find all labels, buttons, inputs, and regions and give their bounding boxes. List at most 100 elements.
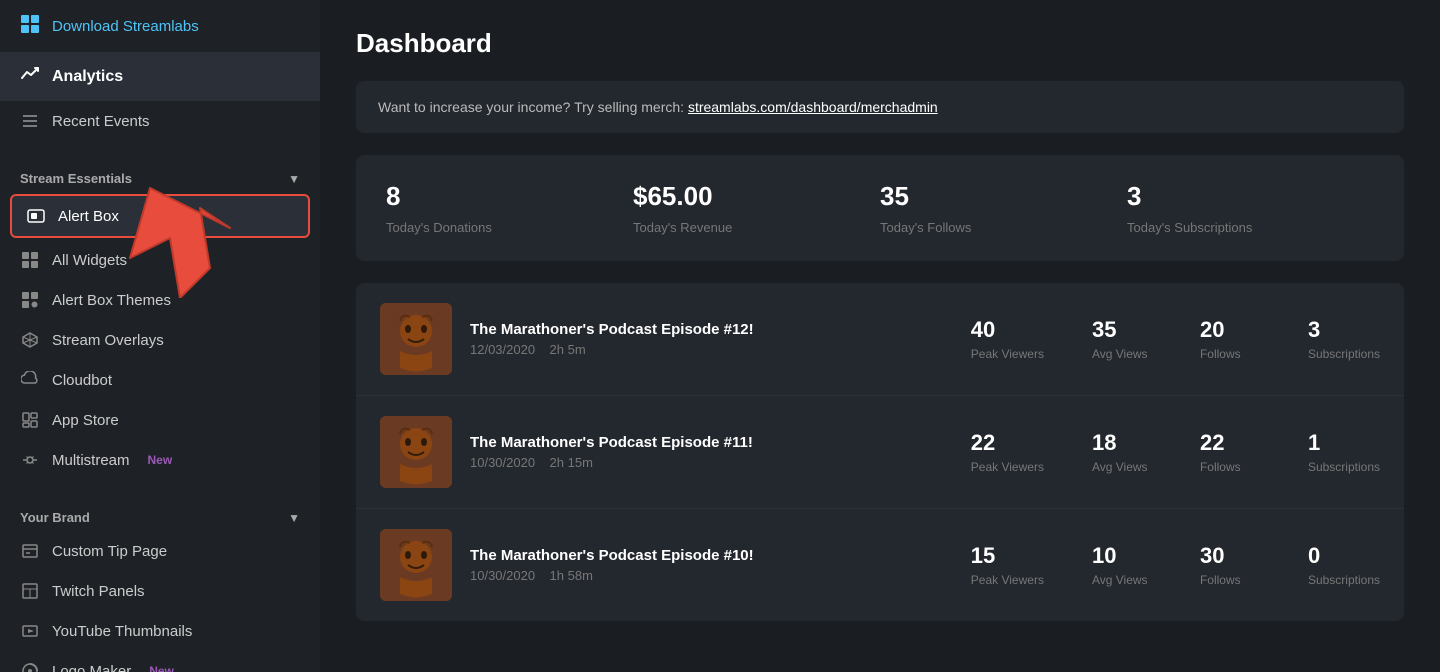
follows-value-2: 22: [1200, 430, 1260, 456]
stream-overlays-icon: [20, 330, 40, 350]
stream-stat-avg-2: 18 Avg Views: [1092, 430, 1152, 474]
chevron-down-icon: ▼: [288, 172, 300, 186]
recent-events-icon: [20, 111, 40, 131]
stream-stats-1: 40 Peak Viewers 35 Avg Views 20 Follows …: [971, 317, 1380, 361]
custom-tip-icon: [20, 541, 40, 561]
youtube-thumbnails-icon: [20, 621, 40, 641]
sidebar-item-recent-events[interactable]: Recent Events: [0, 101, 320, 141]
promo-banner: Want to increase your income? Try sellin…: [356, 81, 1404, 133]
cloudbot-icon: [20, 370, 40, 390]
revenue-label: Today's Revenue: [633, 220, 880, 235]
avg-views-value-1: 35: [1092, 317, 1152, 343]
stream-list: The Marathoner's Podcast Episode #12! 12…: [356, 283, 1404, 621]
alert-box-themes-icon: [20, 290, 40, 310]
twitch-panels-label: Twitch Panels: [52, 583, 145, 600]
avg-views-label: Avg Views: [1092, 347, 1152, 361]
sidebar-item-alert-box-themes[interactable]: Alert Box Themes: [0, 280, 320, 320]
stream-item-3[interactable]: The Marathoner's Podcast Episode #10! 10…: [356, 509, 1404, 621]
revenue-value: $65.00: [633, 181, 880, 212]
sidebar-item-cloudbot[interactable]: Cloudbot: [0, 360, 320, 400]
sidebar-item-analytics[interactable]: Analytics: [0, 52, 320, 101]
stream-stat-peak-3: 15 Peak Viewers: [971, 543, 1044, 587]
app-store-icon: [20, 410, 40, 430]
page-title: Dashboard: [356, 28, 1404, 59]
avg-views-value-2: 18: [1092, 430, 1152, 456]
stream-stat-follows-3: 30 Follows: [1200, 543, 1260, 587]
stream-thumb-1: [380, 303, 452, 375]
logo-maker-new-badge: New: [149, 664, 174, 672]
follows-value: 35: [880, 181, 1127, 212]
stream-title-1: The Marathoner's Podcast Episode #12!: [470, 321, 953, 338]
stream-stat-follows-1: 20 Follows: [1200, 317, 1260, 361]
sidebar-item-custom-tip[interactable]: Custom Tip Page: [0, 531, 320, 571]
analytics-label: Analytics: [52, 68, 123, 86]
stream-meta-2: 10/30/2020 2h 15m: [470, 455, 953, 470]
donations-value: 8: [386, 181, 633, 212]
sidebar-item-multistream[interactable]: Multistream New: [0, 440, 320, 480]
subs-value-3: 0: [1308, 543, 1380, 569]
stat-revenue: $65.00 Today's Revenue: [633, 181, 880, 235]
sidebar-item-twitch-panels[interactable]: Twitch Panels: [0, 571, 320, 611]
promo-text: Want to increase your income? Try sellin…: [378, 99, 684, 115]
stream-item-2[interactable]: The Marathoner's Podcast Episode #11! 10…: [356, 396, 1404, 509]
promo-link[interactable]: streamlabs.com/dashboard/merchadmin: [688, 99, 938, 115]
alert-box-icon: [26, 206, 46, 226]
stream-stats-3: 15 Peak Viewers 10 Avg Views 30 Follows …: [971, 543, 1380, 587]
follows-value-3: 30: [1200, 543, 1260, 569]
sidebar-item-all-widgets[interactable]: All Widgets: [0, 240, 320, 280]
analytics-icon: [20, 64, 40, 89]
multistream-new-badge: New: [148, 453, 173, 467]
twitch-panels-icon: [20, 581, 40, 601]
sidebar-item-youtube-thumbnails[interactable]: YouTube Thumbnails: [0, 611, 320, 651]
stream-item-1[interactable]: The Marathoner's Podcast Episode #12! 12…: [356, 283, 1404, 396]
custom-tip-label: Custom Tip Page: [52, 543, 167, 560]
subscriptions-value: 3: [1127, 181, 1374, 212]
avg-views-value-3: 10: [1092, 543, 1152, 569]
multistream-label: Multistream: [52, 452, 130, 469]
stream-meta-1: 12/03/2020 2h 5m: [470, 342, 953, 357]
cloudbot-label: Cloudbot: [52, 372, 112, 389]
main-content: Dashboard Want to increase your income? …: [320, 0, 1440, 672]
stream-stat-follows-2: 22 Follows: [1200, 430, 1260, 474]
all-widgets-icon: [20, 250, 40, 270]
sidebar-item-logo-maker[interactable]: Logo Maker New: [0, 651, 320, 672]
stat-subscriptions: 3 Today's Subscriptions: [1127, 181, 1374, 235]
app-store-label: App Store: [52, 412, 119, 429]
all-widgets-label: All Widgets: [52, 252, 127, 269]
stream-info-2: The Marathoner's Podcast Episode #11! 10…: [470, 434, 953, 470]
stream-stats-2: 22 Peak Viewers 18 Avg Views 22 Follows …: [971, 430, 1380, 474]
recent-events-label: Recent Events: [52, 113, 150, 130]
logo-maker-label: Logo Maker: [52, 663, 131, 672]
download-streamlabs-button[interactable]: Download Streamlabs: [0, 0, 320, 52]
stream-stat-avg-3: 10 Avg Views: [1092, 543, 1152, 587]
sidebar-item-stream-overlays[interactable]: Stream Overlays: [0, 320, 320, 360]
stream-stat-subs-1: 3 Subscriptions: [1308, 317, 1380, 361]
stream-info-1: The Marathoner's Podcast Episode #12! 12…: [470, 321, 953, 357]
youtube-thumbnails-label: YouTube Thumbnails: [52, 623, 192, 640]
stream-stat-subs-2: 1 Subscriptions: [1308, 430, 1380, 474]
sidebar-item-app-store[interactable]: App Store: [0, 400, 320, 440]
stream-title-2: The Marathoner's Podcast Episode #11!: [470, 434, 953, 451]
multistream-icon: [20, 450, 40, 470]
follows-label: Today's Follows: [880, 220, 1127, 235]
download-label: Download Streamlabs: [52, 18, 199, 35]
stream-meta-3: 10/30/2020 1h 58m: [470, 568, 953, 583]
peak-viewers-value-2: 22: [971, 430, 1044, 456]
alert-box-themes-label: Alert Box Themes: [52, 292, 171, 309]
stat-follows: 35 Today's Follows: [880, 181, 1127, 235]
stat-donations: 8 Today's Donations: [386, 181, 633, 235]
stream-thumb-3: [380, 529, 452, 601]
stream-stat-subs-3: 0 Subscriptions: [1308, 543, 1380, 587]
subscriptions-label: Today's Subscriptions: [1127, 220, 1374, 235]
peak-viewers-value-3: 15: [971, 543, 1044, 569]
chevron-down-icon-2: ▼: [288, 511, 300, 525]
follows-value-1: 20: [1200, 317, 1260, 343]
stream-stat-peak-1: 40 Peak Viewers: [971, 317, 1044, 361]
logo-maker-icon: [20, 661, 40, 672]
stream-title-3: The Marathoner's Podcast Episode #10!: [470, 547, 953, 564]
peak-viewers-value-1: 40: [971, 317, 1044, 343]
stream-essentials-header: Stream Essentials ▼: [0, 157, 320, 192]
alert-box-label: Alert Box: [58, 208, 119, 225]
sidebar-item-alert-box[interactable]: Alert Box: [10, 194, 310, 238]
subs-value-2: 1: [1308, 430, 1380, 456]
